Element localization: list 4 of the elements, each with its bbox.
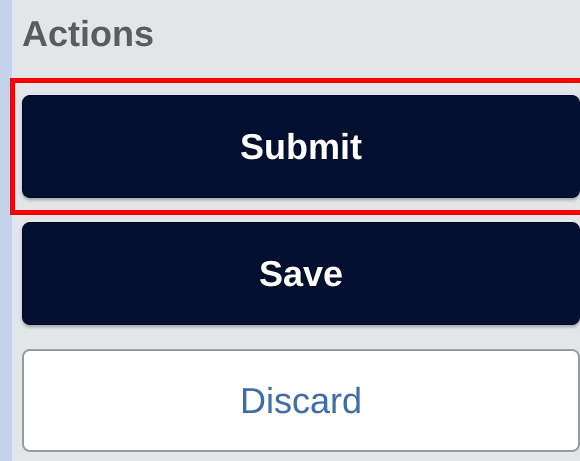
secondary-button[interactable]: Discard: [22, 349, 580, 452]
panel-title: Actions: [22, 12, 156, 54]
primary-button[interactable]: Submit: [22, 95, 580, 198]
primary-button[interactable]: Save: [22, 222, 580, 325]
